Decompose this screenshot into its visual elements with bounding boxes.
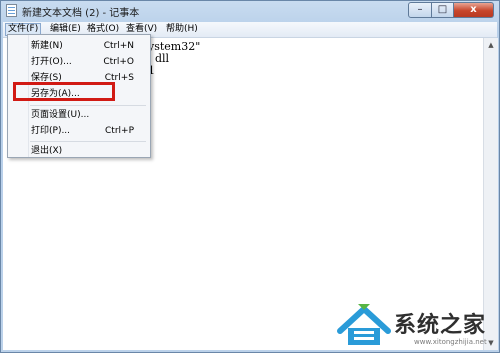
menu-item-print[interactable]: 打印(P)... Ctrl+P (29, 123, 148, 139)
minimize-icon: – (417, 4, 423, 15)
notepad-icon (6, 4, 17, 17)
menu-item-shortcut: Ctrl+P (105, 126, 134, 136)
menu-item-page-setup[interactable]: 页面设置(U)... (29, 107, 148, 123)
window-title: 新建文本文档 (2) - 记事本 (22, 8, 140, 19)
maximize-button[interactable]: □ (432, 2, 454, 18)
menu-item-label: 退出(X) (31, 146, 63, 156)
maximize-icon: □ (437, 4, 448, 15)
title-bar[interactable]: 新建文本文档 (2) - 记事本 – □ x (1, 1, 499, 21)
menu-separator (30, 141, 146, 142)
menu-item-label: 新建(N) (31, 41, 63, 51)
window-controls: – □ x (408, 2, 494, 18)
menu-item-label: 页面设置(U)... (31, 110, 90, 120)
save-as-highlight-box (13, 82, 115, 101)
menu-item-label: 打开(O)... (31, 57, 72, 67)
menu-item-shortcut: Ctrl+N (103, 41, 134, 51)
minimize-button[interactable]: – (408, 2, 432, 18)
close-button[interactable]: x (454, 2, 494, 18)
watermark-url: www.xitongzhijia.net (414, 338, 487, 346)
close-icon: x (470, 4, 477, 15)
menu-separator (30, 105, 146, 106)
watermark-text: 系统之家 (394, 313, 487, 338)
menu-item-shortcut: Ctrl+O (103, 57, 134, 67)
menu-item-exit[interactable]: 退出(X) (29, 143, 148, 159)
menu-item-open[interactable]: 打开(O)... Ctrl+O (29, 54, 148, 70)
watermark: 系统之家 www.xitongzhijia.net (336, 293, 500, 353)
menu-item-label: 打印(P)... (31, 126, 71, 136)
menu-item-new[interactable]: 新建(N) Ctrl+N (29, 38, 148, 54)
menu-help[interactable]: 帮助(H) (163, 23, 201, 36)
house-logo-icon (337, 304, 391, 345)
scroll-up-icon[interactable]: ▲ (484, 38, 498, 52)
